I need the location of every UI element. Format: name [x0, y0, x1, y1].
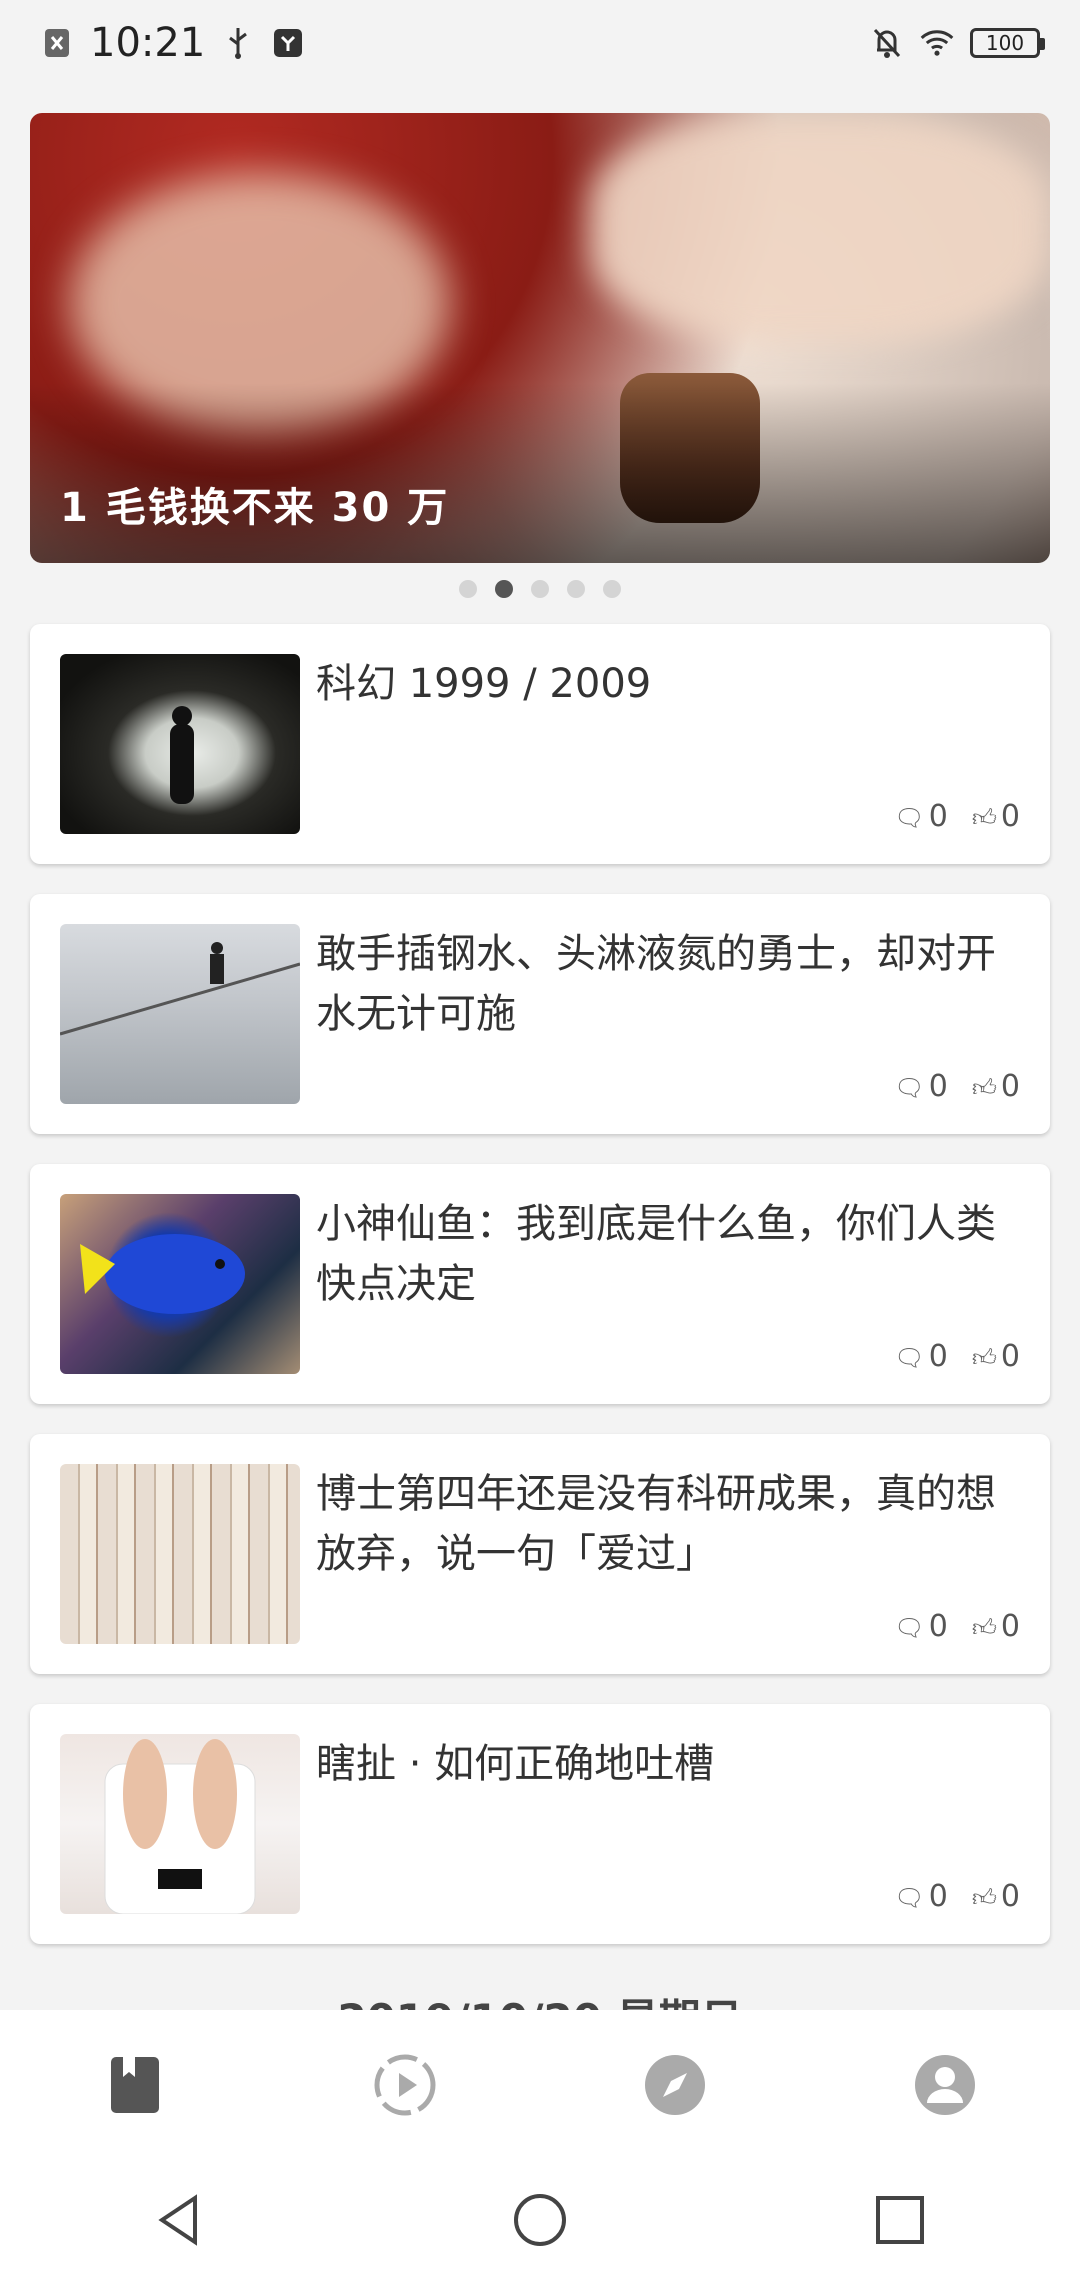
article-title: 小神仙鱼：我到底是什么鱼，你们人类快点决定 — [316, 1201, 996, 1307]
debug-icon — [271, 26, 305, 60]
system-navigation-bar — [0, 2160, 1080, 2280]
carousel-dot[interactable] — [567, 580, 585, 598]
thumbs-up-icon: 👍︎ — [971, 1344, 997, 1372]
carousel-dot[interactable] — [531, 580, 549, 598]
nav-discover[interactable] — [615, 2025, 735, 2145]
compass-icon — [645, 2055, 705, 2115]
like-count: 👍︎ 0 — [971, 1879, 1020, 1914]
comment-icon: 🗨︎ — [894, 1344, 925, 1372]
profile-icon — [915, 2055, 975, 2115]
article-thumbnail — [60, 1734, 300, 1914]
usb-icon — [221, 26, 255, 60]
thumbs-up-icon: 👍︎ — [971, 1884, 997, 1912]
comment-icon: 🗨︎ — [894, 1884, 925, 1912]
article-card[interactable]: 敢手插钢水、头淋液氮的勇士，却对开水无计可施 🗨︎ 0 👍︎ 0 — [30, 894, 1050, 1134]
comment-count: 🗨︎ 0 — [894, 1609, 948, 1644]
home-icon[interactable] — [510, 2190, 570, 2250]
comment-count: 🗨︎ 0 — [894, 799, 948, 834]
article-thumbnail — [60, 924, 300, 1104]
comment-count: 🗨︎ 0 — [894, 1879, 948, 1914]
article-title: 博士第四年还是没有科研成果，真的想放弃，说一句「爱过」 — [316, 1471, 996, 1577]
nav-video[interactable] — [345, 2025, 465, 2145]
article-title: 科幻 1999 / 2009 — [316, 661, 652, 707]
article-card[interactable]: 科幻 1999 / 2009 🗨︎ 0 👍︎ 0 — [30, 624, 1050, 864]
article-thumbnail — [60, 1464, 300, 1644]
article-card[interactable]: 小神仙鱼：我到底是什么鱼，你们人类快点决定 🗨︎ 0 👍︎ 0 — [30, 1164, 1050, 1404]
comment-icon: 🗨︎ — [894, 1614, 925, 1642]
carousel-indicator — [0, 580, 1080, 598]
article-title: 敢手插钢水、头淋液氮的勇士，却对开水无计可施 — [316, 931, 996, 1037]
back-icon[interactable] — [150, 2190, 210, 2250]
thumbs-up-icon: 👍︎ — [971, 1074, 997, 1102]
comment-count: 🗨︎ 0 — [894, 1339, 948, 1374]
notification-icon — [40, 26, 74, 60]
carousel-dot[interactable] — [603, 580, 621, 598]
battery-indicator: 100 — [970, 28, 1045, 58]
play-icon — [374, 2054, 436, 2116]
article-thumbnail — [60, 1194, 300, 1374]
status-bar: 10:21 100 — [0, 0, 1080, 86]
bottom-navigation — [0, 2010, 1080, 2160]
comment-icon: 🗨︎ — [894, 804, 925, 832]
article-card[interactable]: 博士第四年还是没有科研成果，真的想放弃，说一句「爱过」 🗨︎ 0 👍︎ 0 — [30, 1434, 1050, 1674]
book-icon — [111, 2057, 159, 2113]
recents-icon[interactable] — [870, 2190, 930, 2250]
like-count: 👍︎ 0 — [971, 1339, 1020, 1374]
article-thumbnail — [60, 654, 300, 834]
like-count: 👍︎ 0 — [971, 1069, 1020, 1104]
comment-icon: 🗨︎ — [894, 1074, 925, 1102]
wifi-icon — [920, 26, 954, 60]
thumbs-up-icon: 👍︎ — [971, 1614, 997, 1642]
thumbs-up-icon: 👍︎ — [971, 804, 997, 832]
article-title: 瞎扯 · 如何正确地吐槽 — [316, 1741, 715, 1787]
nav-profile[interactable] — [885, 2025, 1005, 2145]
carousel-dot[interactable] — [459, 580, 477, 598]
article-card[interactable]: 瞎扯 · 如何正确地吐槽 🗨︎ 0 👍︎ 0 — [30, 1704, 1050, 1944]
comment-count: 🗨︎ 0 — [894, 1069, 948, 1104]
featured-banner[interactable]: 1 毛钱换不来 30 万 — [30, 113, 1050, 563]
carousel-dot-active[interactable] — [495, 580, 513, 598]
like-count: 👍︎ 0 — [971, 799, 1020, 834]
nav-daily[interactable] — [75, 2025, 195, 2145]
banner-title: 1 毛钱换不来 30 万 — [60, 485, 450, 531]
mute-icon — [870, 26, 904, 60]
like-count: 👍︎ 0 — [971, 1609, 1020, 1644]
status-time: 10:21 — [90, 20, 206, 66]
